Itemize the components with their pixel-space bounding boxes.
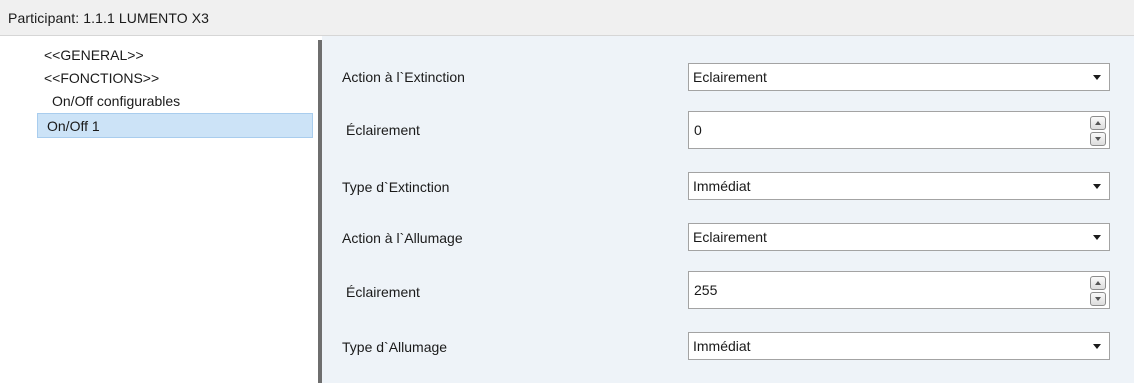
spin-buttons: [1090, 116, 1106, 146]
dropdown-action-extinction[interactable]: Eclairement: [688, 63, 1110, 91]
dropdown-value: Immédiat: [693, 338, 751, 354]
tree-item-onoff-configurables[interactable]: On/Off configurables: [52, 90, 180, 112]
tree-item-general[interactable]: <<GENERAL>>: [44, 44, 144, 66]
spin-buttons: [1090, 276, 1106, 306]
label-action-allumage: Action à l`Allumage: [342, 230, 463, 246]
dropdown-value: Immédiat: [693, 178, 751, 194]
chevron-down-icon: [1093, 183, 1101, 189]
dropdown-type-allumage[interactable]: Immédiat: [688, 332, 1110, 360]
spinbox-eclairement-extinction[interactable]: 0: [688, 111, 1110, 149]
parameter-tree: <<GENERAL>> <<FONCTIONS>> On/Off configu…: [0, 36, 318, 383]
spin-up-button[interactable]: [1090, 116, 1106, 130]
tree-item-onoff-1-selected[interactable]: On/Off 1: [37, 113, 313, 138]
arrow-up-icon: [1095, 121, 1101, 125]
dropdown-value: Eclairement: [693, 69, 767, 85]
spinbox-eclairement-allumage[interactable]: 255: [688, 271, 1110, 309]
tree-item-label: <<GENERAL>>: [44, 47, 144, 63]
label-eclairement-allumage: Éclairement: [346, 284, 420, 300]
dropdown-type-extinction[interactable]: Immédiat: [688, 172, 1110, 200]
dropdown-action-allumage[interactable]: Eclairement: [688, 223, 1110, 251]
arrow-up-icon: [1095, 281, 1101, 285]
spin-up-button[interactable]: [1090, 276, 1106, 290]
label-action-extinction: Action à l`Extinction: [342, 69, 465, 85]
parameter-panel: Action à l`Extinction Eclairement Éclair…: [322, 36, 1134, 383]
chevron-down-icon: [1093, 74, 1101, 80]
chevron-down-icon: [1093, 343, 1101, 349]
dropdown-value: Eclairement: [693, 229, 767, 245]
arrow-down-icon: [1095, 297, 1101, 301]
arrow-down-icon: [1095, 137, 1101, 141]
tree-item-label: On/Off configurables: [52, 93, 181, 109]
window-title-bar: Participant: 1.1.1 LUMENTO X3: [0, 0, 1134, 36]
tree-item-label: On/Off 1: [47, 117, 100, 134]
label-type-extinction: Type d`Extinction: [342, 179, 450, 195]
window-title: Participant: 1.1.1 LUMENTO X3: [8, 9, 210, 26]
spin-down-button[interactable]: [1090, 292, 1106, 306]
spin-down-button[interactable]: [1090, 132, 1106, 146]
label-eclairement-extinction: Éclairement: [346, 122, 420, 138]
chevron-down-icon: [1093, 234, 1101, 240]
tree-item-label: <<FONCTIONS>>: [44, 70, 160, 86]
tree-item-fonctions[interactable]: <<FONCTIONS>>: [44, 67, 159, 89]
label-type-allumage: Type d`Allumage: [342, 339, 448, 355]
spinbox-value: 255: [694, 282, 718, 298]
spinbox-value: 0: [694, 122, 702, 138]
